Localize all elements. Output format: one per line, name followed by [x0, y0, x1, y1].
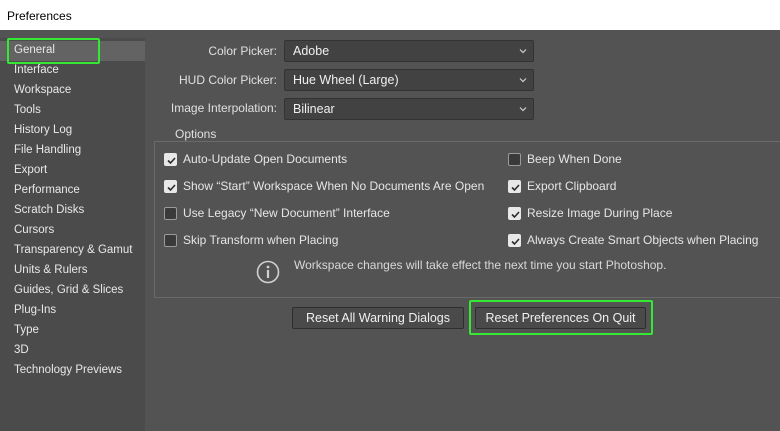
chevron-down-icon	[519, 78, 527, 83]
sidebar-item-units-rulers[interactable]: Units & Rulers	[0, 261, 145, 281]
reset-warning-dialogs-button[interactable]: Reset All Warning Dialogs	[292, 307, 464, 329]
option-label: Always Create Smart Objects when Placing	[527, 233, 759, 247]
beep-when-done-option[interactable]: Beep When Done	[508, 151, 622, 167]
chevron-down-icon	[519, 49, 527, 54]
sidebar-item-guides-grid-slices[interactable]: Guides, Grid & Slices	[0, 281, 145, 301]
image-interpolation-label: Image Interpolation:	[170, 101, 277, 115]
checkbox[interactable]	[164, 152, 177, 166]
option-label: Use Legacy “New Document” Interface	[183, 206, 390, 220]
window-title: Preferences	[0, 0, 780, 30]
sidebar-item-export[interactable]: Export	[0, 161, 145, 181]
color-picker-select[interactable]: Adobe	[284, 40, 534, 62]
option-label: Beep When Done	[527, 152, 622, 166]
sidebar-item-performance[interactable]: Performance	[0, 181, 145, 201]
checkbox[interactable]	[508, 152, 521, 166]
checkbox[interactable]	[508, 179, 521, 193]
sidebar-item-transparency-gamut[interactable]: Transparency & Gamut	[0, 241, 145, 261]
option-label: Resize Image During Place	[527, 206, 673, 220]
option-label: Export Clipboard	[527, 179, 617, 193]
sidebar-item-interface[interactable]: Interface	[0, 61, 145, 81]
sidebar-item-file-handling[interactable]: File Handling	[0, 141, 145, 161]
sidebar-item-cursors[interactable]: Cursors	[0, 221, 145, 241]
workspace-info-text: Workspace changes will take effect the n…	[294, 258, 667, 272]
sidebar-item-tools[interactable]: Tools	[0, 101, 145, 121]
image-interpolation-value: Bilinear	[293, 102, 335, 116]
hud-color-picker-label: HUD Color Picker:	[178, 73, 277, 87]
smart-objects-option[interactable]: Always Create Smart Objects when Placing	[508, 232, 758, 248]
sidebar-item-plug-ins[interactable]: Plug-Ins	[0, 301, 145, 321]
hud-color-picker-value: Hue Wheel (Large)	[293, 73, 399, 87]
sidebar-item-general[interactable]: General	[0, 41, 145, 61]
sidebar: General Interface Workspace Tools Histor…	[0, 38, 145, 431]
sidebar-item-3d[interactable]: 3D	[0, 341, 145, 361]
image-interpolation-select[interactable]: Bilinear	[284, 98, 534, 120]
checkbox[interactable]	[508, 206, 521, 220]
sidebar-item-scratch-disks[interactable]: Scratch Disks	[0, 201, 145, 221]
skip-transform-option[interactable]: Skip Transform when Placing	[164, 232, 338, 248]
checkbox[interactable]	[164, 233, 177, 247]
export-clipboard-option[interactable]: Export Clipboard	[508, 178, 616, 194]
checkbox[interactable]	[508, 233, 521, 247]
resize-image-option[interactable]: Resize Image During Place	[508, 205, 672, 221]
sidebar-item-workspace[interactable]: Workspace	[0, 81, 145, 101]
reset-preferences-button[interactable]: Reset Preferences On Quit	[475, 307, 646, 329]
option-label: Skip Transform when Placing	[183, 233, 339, 247]
chevron-down-icon	[519, 107, 527, 112]
checkbox[interactable]	[164, 206, 177, 220]
info-icon	[256, 260, 280, 284]
color-picker-label: Color Picker:	[208, 44, 277, 58]
show-start-workspace-option[interactable]: Show “Start” Workspace When No Documents…	[164, 178, 484, 194]
option-label: Show “Start” Workspace When No Documents…	[183, 179, 485, 193]
option-label: Auto-Update Open Documents	[183, 152, 348, 166]
checkbox[interactable]	[164, 179, 177, 193]
use-legacy-new-document-option[interactable]: Use Legacy “New Document” Interface	[164, 205, 390, 221]
hud-color-picker-select[interactable]: Hue Wheel (Large)	[284, 69, 534, 91]
color-picker-value: Adobe	[293, 44, 330, 58]
sidebar-item-history-log[interactable]: History Log	[0, 121, 145, 141]
sidebar-item-type[interactable]: Type	[0, 321, 145, 341]
options-title: Options	[170, 127, 222, 141]
sidebar-item-technology-previews[interactable]: Technology Previews	[0, 361, 145, 381]
auto-update-option[interactable]: Auto-Update Open Documents	[164, 151, 347, 167]
